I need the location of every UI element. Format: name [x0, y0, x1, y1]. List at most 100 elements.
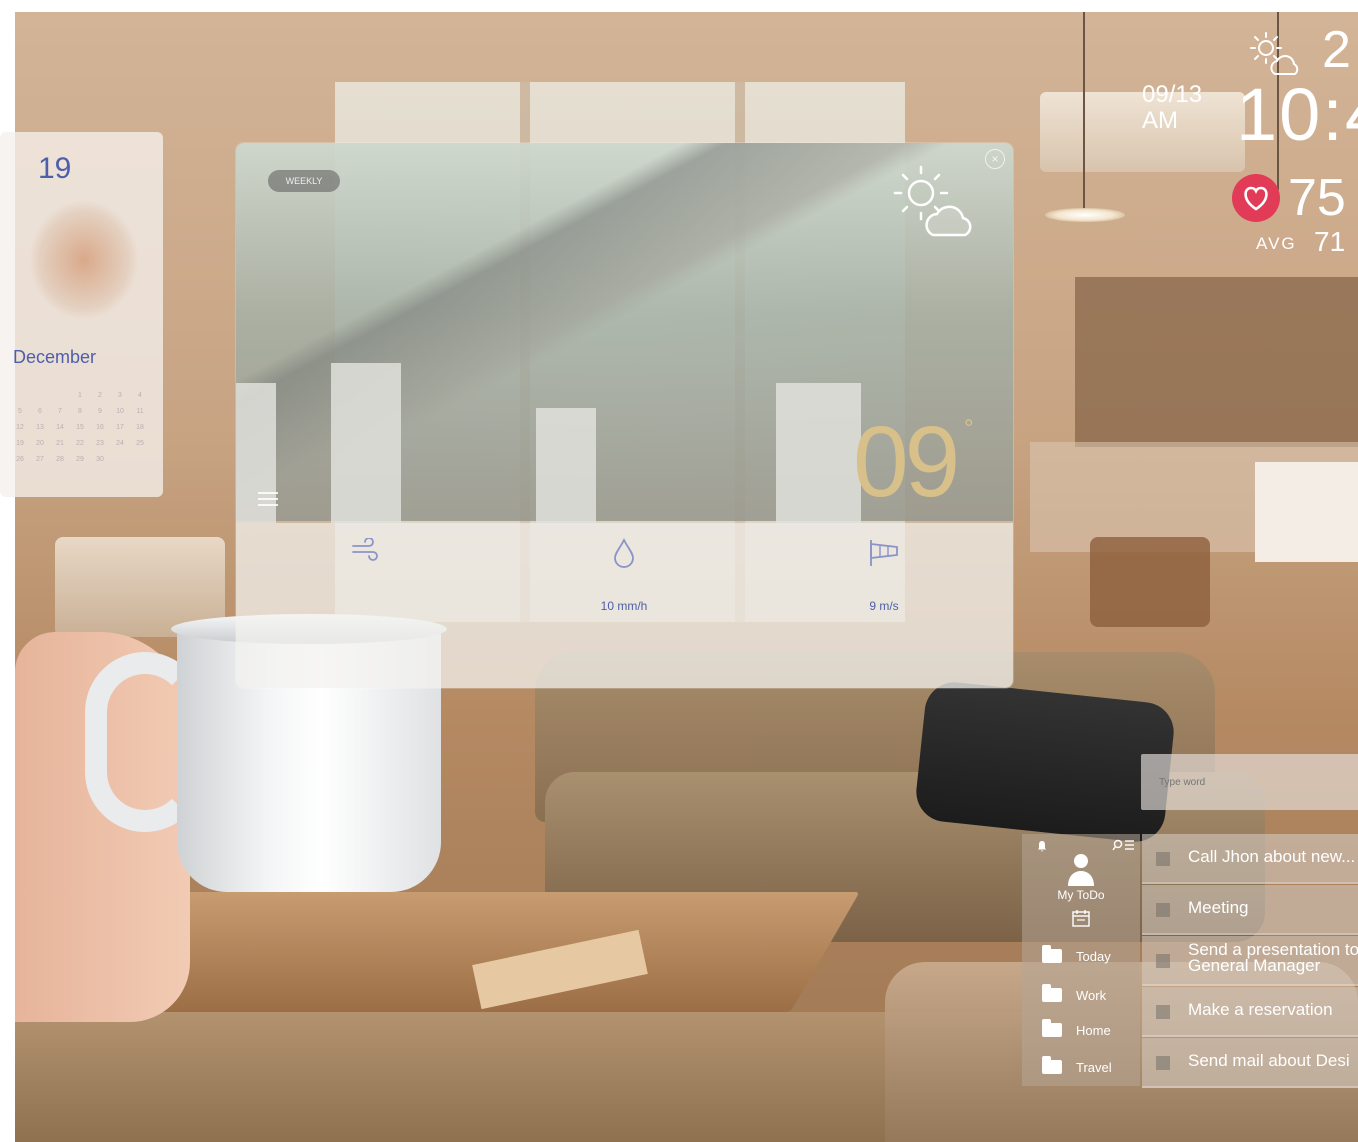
search-list-icon[interactable] [1112, 838, 1136, 852]
heart-icon [1244, 186, 1268, 211]
rain-value: 10 mm/h [600, 599, 648, 613]
calendar-date-cell[interactable] [30, 392, 50, 402]
calendar-date-cell[interactable] [130, 456, 150, 466]
calendar-date-cell[interactable]: 6 [30, 408, 50, 418]
folder-icon [1042, 945, 1062, 963]
calendar-grid: 1 2 3 4 5 6 7 8 9 10 11 12 13 14 15 16 17 18 19 20 21 22 23 24 2… [10, 392, 160, 466]
windsock-stat: 9 m/s [824, 538, 944, 613]
category-label: Work [1076, 987, 1107, 1003]
calendar-date-cell[interactable]: 2 [90, 392, 110, 402]
wind-stat [306, 537, 426, 607]
degree-symbol: ° [964, 415, 974, 442]
todo-item-label: Send mail about Desi [1188, 1051, 1350, 1070]
calendar-date-cell[interactable]: 15 [70, 424, 90, 434]
menu-icon[interactable] [258, 488, 278, 510]
windsock-icon [870, 540, 898, 566]
category-today[interactable]: Today [1042, 945, 1111, 967]
folder-icon [1042, 1019, 1062, 1037]
wind-icon [352, 537, 378, 561]
calendar-date-cell[interactable]: 9 [90, 408, 110, 418]
calendar-date-cell[interactable]: 1 [70, 392, 90, 402]
calendar-date-cell[interactable]: 22 [70, 440, 90, 450]
calendar-date-cell[interactable]: 17 [110, 424, 130, 434]
calendar-date-cell[interactable] [110, 456, 130, 466]
todo-item[interactable]: Make a reservation [1142, 987, 1358, 1037]
pillow [913, 679, 1177, 845]
todo-checkbox[interactable] [1156, 903, 1170, 917]
pendant-lamp [1045, 208, 1125, 222]
calendar-date-cell[interactable]: 14 [50, 424, 70, 434]
category-label: Home [1076, 1022, 1111, 1038]
user-icon[interactable] [1066, 852, 1096, 886]
todo-item[interactable]: Meeting [1142, 885, 1358, 935]
calendar-date-cell[interactable]: 8 [70, 408, 90, 418]
calendar-photo [14, 190, 154, 330]
todo-item-label: Call Jhon about new... [1188, 847, 1356, 866]
category-travel[interactable]: Travel [1042, 1056, 1112, 1078]
todo-item[interactable]: Send a presentation to General Manager [1142, 936, 1358, 986]
folder-icon [1042, 1056, 1062, 1074]
calendar-month: December [13, 347, 97, 367]
weather-widget: WEEKLY × 09 ° 10 mm/h 9 m/s [236, 143, 1013, 688]
kitchen-counter [1255, 462, 1358, 562]
calendar-date-cell[interactable]: 18 [130, 424, 150, 434]
sun-cloud-icon [893, 165, 972, 237]
todo-sidebar: My ToDo Today Work Home Travel [1022, 834, 1140, 1086]
heart-rate-avg-label: AVG [1256, 234, 1297, 253]
todo-item[interactable]: Send mail about Desi [1142, 1038, 1358, 1088]
temperature-value: 09 [853, 406, 960, 518]
calendar-date-cell[interactable]: 10 [110, 408, 130, 418]
weekly-tab[interactable]: WEEKLY [268, 170, 340, 192]
calendar-date-cell[interactable]: 29 [70, 456, 90, 466]
calendar-date-cell[interactable] [10, 392, 30, 402]
calendar-date-cell[interactable]: 27 [30, 456, 50, 466]
time-display: 10:4 [1236, 73, 1358, 156]
calendar-icon[interactable] [1071, 908, 1091, 928]
calendar-date-cell[interactable]: 26 [10, 456, 30, 466]
category-label: Today [1076, 948, 1111, 964]
heart-rate-badge[interactable] [1232, 174, 1280, 222]
shelf [1075, 277, 1358, 447]
meridiem: AM [1142, 107, 1178, 134]
calendar-date-cell[interactable]: 7 [50, 408, 70, 418]
user-label: My ToDo [1057, 888, 1105, 902]
date-display: 09/13 AM [1142, 82, 1202, 134]
calendar-day: 19 [38, 152, 72, 185]
calendar-date-cell[interactable]: 23 [90, 440, 110, 450]
calendar-date-cell[interactable]: 16 [90, 424, 110, 434]
category-work[interactable]: Work [1042, 984, 1106, 1006]
calendar-widget[interactable]: 19 December 1 2 3 4 5 6 7 8 9 10 11 12 13 14 15 16 17 18 1… [0, 132, 163, 497]
bell-icon[interactable] [1036, 840, 1048, 852]
todo-search-input[interactable] [1157, 772, 1351, 792]
heart-rate-avg-value: 71 [1314, 226, 1346, 257]
calendar-date-cell[interactable]: 4 [130, 392, 150, 402]
calendar-date-cell[interactable] [50, 392, 70, 402]
heart-rate-value: 75 [1288, 169, 1346, 227]
calendar-date-cell[interactable]: 3 [110, 392, 130, 402]
windsock-value: 9 m/s [869, 599, 899, 613]
todo-checkbox[interactable] [1156, 1005, 1170, 1019]
calendar-date-cell[interactable]: 5 [10, 408, 30, 418]
date-value: 09/13 [1142, 81, 1203, 108]
calendar-date-cell[interactable]: 28 [50, 456, 70, 466]
calendar-date-cell[interactable]: 20 [30, 440, 50, 450]
calendar-date-cell[interactable]: 25 [130, 440, 150, 450]
todo-checkbox[interactable] [1156, 954, 1170, 968]
calendar-date-cell[interactable]: 12 [10, 424, 30, 434]
calendar-date-cell[interactable]: 13 [30, 424, 50, 434]
category-home[interactable]: Home [1042, 1019, 1111, 1041]
calendar-date-cell[interactable]: 21 [50, 440, 70, 450]
weather-stats-panel: 10 mm/h 9 m/s [236, 523, 1013, 688]
todo-checkbox[interactable] [1156, 852, 1170, 866]
calendar-date-cell[interactable]: 30 [90, 456, 110, 466]
todo-item-label: Send a presentation to General Manager [1188, 940, 1358, 975]
todo-item[interactable]: Call Jhon about new... [1142, 834, 1358, 884]
calendar-date-cell[interactable]: 11 [130, 408, 150, 418]
todo-item-label: Meeting [1188, 898, 1249, 917]
calendar-date-cell[interactable]: 19 [10, 440, 30, 450]
todo-item-label: Make a reservation [1188, 1000, 1333, 1019]
raindrop-icon [614, 537, 634, 568]
close-icon[interactable]: × [985, 149, 1005, 169]
calendar-date-cell[interactable]: 24 [110, 440, 130, 450]
todo-checkbox[interactable] [1156, 1056, 1170, 1070]
